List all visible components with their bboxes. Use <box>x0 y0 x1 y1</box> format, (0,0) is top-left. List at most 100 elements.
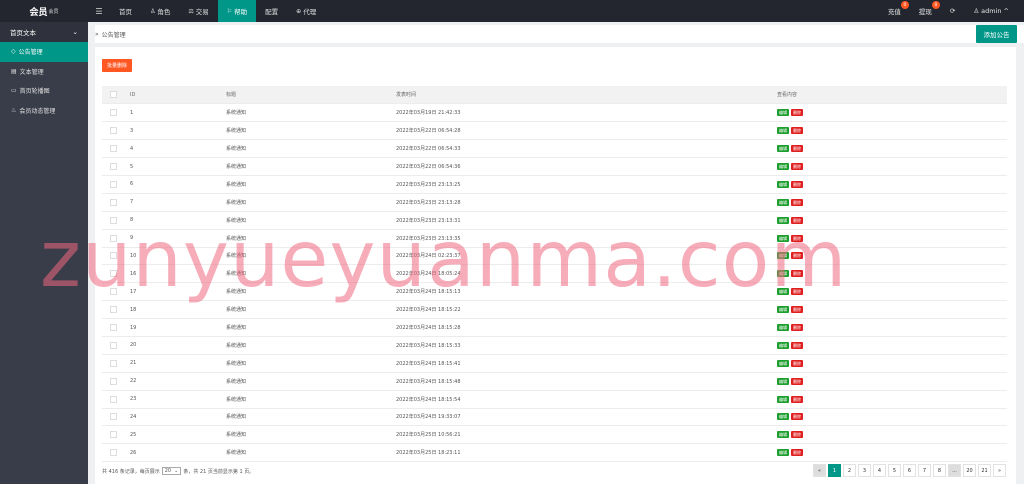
row-checkbox[interactable] <box>110 395 117 403</box>
select-all-checkbox[interactable] <box>110 91 117 99</box>
delete-button[interactable]: 删除 <box>791 449 803 457</box>
edit-button[interactable]: 编辑 <box>777 377 789 385</box>
row-actions: 编辑 删除 <box>777 121 1007 141</box>
sidebar-item-1[interactable]: ▤ 文本管理 <box>0 62 88 82</box>
page-button[interactable]: 1 <box>828 464 841 477</box>
row-time: 2022年03月25日 10:56:21 <box>396 425 777 445</box>
menu-toggle-icon[interactable]: ☰ <box>88 7 110 16</box>
edit-button[interactable]: 编辑 <box>777 145 789 153</box>
edit-button[interactable]: 编辑 <box>777 180 789 188</box>
row-checkbox[interactable] <box>110 288 117 296</box>
page-button[interactable]: 21 <box>978 464 991 477</box>
delete-button[interactable]: 删除 <box>791 252 803 260</box>
row-checkbox[interactable] <box>110 145 117 153</box>
withdraw-link[interactable]: 提现 0 <box>910 0 941 22</box>
delete-button[interactable]: 删除 <box>791 306 803 314</box>
page-button[interactable]: » <box>993 464 1006 477</box>
delete-button[interactable]: 删除 <box>791 127 803 135</box>
delete-button[interactable]: 删除 <box>791 180 803 188</box>
page-size-select[interactable]: 20 ⌄ <box>161 467 182 475</box>
delete-button[interactable]: 删除 <box>791 324 803 332</box>
edit-button[interactable]: 编辑 <box>777 341 789 349</box>
row-checkbox[interactable] <box>110 234 117 242</box>
nav-item-3[interactable]: ⚐ 帮助 <box>217 0 257 22</box>
row-checkbox[interactable] <box>110 270 117 278</box>
edit-button[interactable]: 编辑 <box>777 431 789 439</box>
column-id: ID <box>130 86 226 105</box>
page-button[interactable]: 8 <box>933 464 946 477</box>
delete-button[interactable]: 删除 <box>791 341 803 349</box>
row-checkbox[interactable] <box>110 198 117 206</box>
edit-button[interactable]: 编辑 <box>777 288 789 296</box>
breadcrumb-icon: » <box>95 30 99 38</box>
edit-button[interactable]: 编辑 <box>777 127 789 135</box>
edit-button[interactable]: 编辑 <box>777 252 789 260</box>
page-button[interactable]: 20 <box>963 464 976 477</box>
nav-item-0[interactable]: 首页 <box>110 0 141 22</box>
page-button[interactable]: 5 <box>888 464 901 477</box>
edit-button[interactable]: 编辑 <box>777 449 789 457</box>
page-button[interactable]: 3 <box>858 464 871 477</box>
page-button[interactable]: 7 <box>918 464 931 477</box>
edit-button[interactable]: 编辑 <box>777 359 789 367</box>
page-button[interactable]: 4 <box>873 464 886 477</box>
row-checkbox[interactable] <box>110 413 117 421</box>
delete-button[interactable]: 删除 <box>791 395 803 403</box>
row-checkbox[interactable] <box>110 180 117 188</box>
delete-button[interactable]: 删除 <box>791 109 803 117</box>
delete-button[interactable]: 删除 <box>791 377 803 385</box>
refresh-icon[interactable]: ⟳ <box>941 0 964 22</box>
row-checkbox[interactable] <box>110 109 117 117</box>
delete-button[interactable]: 删除 <box>791 431 803 439</box>
row-checkbox[interactable] <box>110 377 117 385</box>
page-button[interactable]: 2 <box>843 464 856 477</box>
nav-item-1[interactable]: ♙ 角色 <box>141 0 179 22</box>
nav-label: 代理 <box>303 8 317 16</box>
row-checkbox[interactable] <box>110 163 117 170</box>
sidebar-item-2[interactable]: ▭ 首页轮播图 <box>0 81 88 101</box>
delete-button[interactable]: 删除 <box>791 413 803 421</box>
delete-button[interactable]: 删除 <box>791 234 803 242</box>
delete-button[interactable]: 删除 <box>791 198 803 206</box>
nav-item-5[interactable]: ⊕ 代理 <box>287 0 325 22</box>
sidebar-item-3[interactable]: ♨ 会员动态管理 <box>0 101 88 121</box>
row-checkbox[interactable] <box>110 359 117 367</box>
recharge-link[interactable]: 充值 0 <box>879 0 910 22</box>
row-checkbox[interactable] <box>110 127 117 135</box>
delete-button[interactable]: 删除 <box>791 216 803 224</box>
edit-button[interactable]: 编辑 <box>777 306 789 314</box>
user-menu[interactable]: ♙ admin ^ <box>964 0 1018 22</box>
edit-button[interactable]: 编辑 <box>777 270 789 278</box>
row-checkbox[interactable] <box>110 431 117 439</box>
row-select-cell <box>102 264 130 284</box>
edit-button[interactable]: 编辑 <box>777 198 789 206</box>
delete-button[interactable]: 删除 <box>791 359 803 367</box>
row-checkbox[interactable] <box>110 324 117 332</box>
edit-button[interactable]: 编辑 <box>777 109 789 117</box>
row-id: 8 <box>130 211 226 230</box>
add-announcement-button[interactable]: 添加公告 <box>976 25 1017 43</box>
edit-button[interactable]: 编辑 <box>777 395 789 403</box>
edit-button[interactable]: 编辑 <box>777 324 789 332</box>
batch-delete-button[interactable]: 批量删除 <box>102 59 132 72</box>
edit-button[interactable]: 编辑 <box>777 163 789 170</box>
page-button[interactable]: « <box>813 464 826 477</box>
sidebar-item-0[interactable]: ◇ 公告管理 <box>0 42 88 62</box>
delete-button[interactable]: 删除 <box>791 288 803 296</box>
edit-button[interactable]: 编辑 <box>777 413 789 421</box>
delete-button[interactable]: 删除 <box>791 163 803 170</box>
edit-button[interactable]: 编辑 <box>777 234 789 242</box>
row-checkbox[interactable] <box>110 449 117 457</box>
delete-button[interactable]: 删除 <box>791 270 803 278</box>
row-checkbox[interactable] <box>110 252 117 260</box>
sidebar-group-home-text[interactable]: 首页文本 ⌄ <box>0 22 88 42</box>
delete-button[interactable]: 删除 <box>791 145 803 153</box>
row-checkbox[interactable] <box>110 341 117 349</box>
nav-item-2[interactable]: ⚖ 交易 <box>179 0 217 22</box>
row-checkbox[interactable] <box>110 216 117 224</box>
page-button[interactable]: 6 <box>903 464 916 477</box>
row-title: 系统通知 <box>226 336 396 355</box>
row-checkbox[interactable] <box>110 306 117 314</box>
nav-item-4[interactable]: 配置 <box>256 0 287 22</box>
edit-button[interactable]: 编辑 <box>777 216 789 224</box>
